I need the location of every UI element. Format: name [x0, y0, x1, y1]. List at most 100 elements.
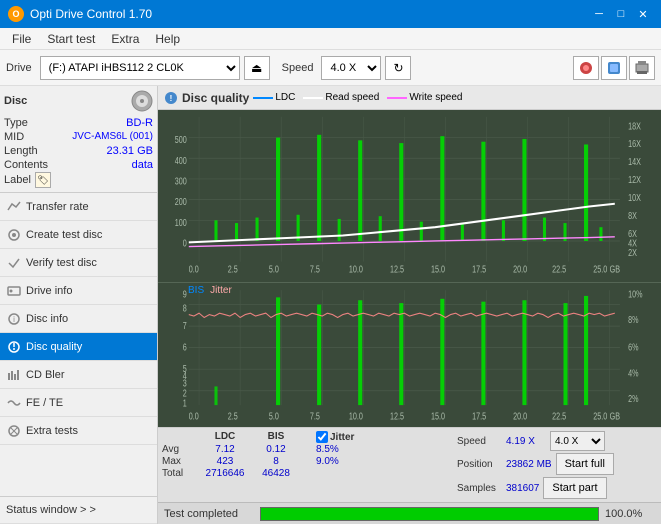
stats-table: LDC BIS Jitter Avg 7.12 0.12 8.5%	[162, 431, 453, 479]
sidebar: Disc Type BD-R MID JVC-AMS6L (001) Lengt…	[0, 86, 158, 524]
legend-write-speed: Write speed	[387, 92, 462, 103]
nav-transfer-rate[interactable]: Transfer rate	[0, 193, 157, 221]
max-bis: 8	[252, 456, 300, 467]
svg-text:0.0: 0.0	[189, 411, 199, 423]
refresh-button[interactable]: ↻	[385, 56, 411, 80]
toolbar-btn-1[interactable]	[573, 56, 599, 80]
drive-select[interactable]: (F:) ATAPI iHBS112 2 CL0K	[40, 56, 240, 80]
bis-header: BIS	[252, 431, 300, 443]
svg-text:300: 300	[175, 175, 187, 186]
status-window-button[interactable]: Status window > >	[0, 496, 157, 524]
start-part-button[interactable]: Start part	[543, 477, 606, 499]
disc-label-row: Label 🏷	[4, 172, 153, 188]
main-layout: Disc Type BD-R MID JVC-AMS6L (001) Lengt…	[0, 86, 661, 524]
bis-legend: BIS	[188, 285, 204, 296]
disc-quality-icon	[6, 339, 22, 355]
menu-extra[interactable]: Extra	[103, 30, 147, 48]
speed-row: Speed 4.19 X 4.0 X	[457, 431, 657, 451]
maximize-button[interactable]: □	[611, 5, 631, 23]
chart2-legend: BIS Jitter	[188, 285, 232, 296]
eject-button[interactable]: ⏏	[244, 56, 270, 80]
transfer-rate-icon	[6, 199, 22, 215]
svg-text:20.0: 20.0	[513, 411, 527, 423]
chart2-svg: 9 8 7 6 5 4 3 2 1 10% 8% 6% 4% 2% 0.0 2.…	[158, 283, 661, 427]
chart1-svg: 500 400 300 200 100 0 18X 16X 14X 12X 10…	[158, 110, 661, 282]
nav-fe-te[interactable]: FE / TE	[0, 389, 157, 417]
minimize-button[interactable]: ─	[589, 5, 609, 23]
verify-test-disc-icon	[6, 255, 22, 271]
svg-text:12.5: 12.5	[390, 411, 404, 423]
avg-bis: 0.12	[252, 444, 300, 455]
svg-text:17.5: 17.5	[472, 411, 486, 423]
label-icon-button[interactable]: 🏷	[35, 172, 51, 188]
svg-text:100: 100	[175, 217, 187, 228]
svg-text:!: !	[170, 94, 173, 103]
svg-text:17.5: 17.5	[472, 264, 486, 275]
svg-text:200: 200	[175, 196, 187, 207]
avg-label: Avg	[162, 444, 198, 455]
svg-text:6%: 6%	[628, 342, 639, 354]
menu-help[interactable]: Help	[147, 30, 188, 48]
speed-row-select[interactable]: 4.0 X	[550, 431, 605, 451]
nav-drive-info[interactable]: Drive info	[0, 277, 157, 305]
svg-text:10%: 10%	[628, 289, 643, 301]
progress-fill	[261, 508, 598, 520]
start-full-button[interactable]: Start full	[556, 453, 614, 475]
toolbar-btn-3[interactable]	[629, 56, 655, 80]
status-text: Test completed	[164, 508, 254, 520]
svg-text:20.0: 20.0	[513, 264, 527, 275]
max-label: Max	[162, 456, 198, 467]
svg-text:0.0: 0.0	[189, 264, 199, 275]
toolbar-right-icons	[573, 56, 655, 80]
svg-text:2.5: 2.5	[228, 264, 238, 275]
disc-quality-header: ! Disc quality LDC Read speed Write spee…	[158, 86, 661, 110]
chart-legend: LDC Read speed Write speed	[253, 92, 462, 103]
cd-bler-icon	[6, 367, 22, 383]
svg-text:10X: 10X	[628, 192, 641, 203]
nav-create-test-disc[interactable]: Create test disc	[0, 221, 157, 249]
legend-ldc: LDC	[253, 92, 295, 103]
disc-info-icon: i	[6, 311, 22, 327]
toolbar-btn-2[interactable]	[601, 56, 627, 80]
label-label: Label	[4, 174, 31, 186]
svg-text:25.0: 25.0	[593, 264, 607, 275]
svg-text:10.0: 10.0	[349, 411, 363, 423]
write-speed-legend-label: Write speed	[409, 92, 462, 103]
window-controls: ─ □ ✕	[589, 5, 653, 23]
disc-quality-header-icon: !	[164, 91, 178, 105]
status-bar: Test completed 100.0%	[158, 502, 661, 524]
ldc-legend-label: LDC	[275, 92, 295, 103]
jitter-checkbox[interactable]	[316, 431, 328, 443]
svg-text:12X: 12X	[628, 174, 641, 185]
nav-disc-quality[interactable]: Disc quality	[0, 333, 157, 361]
disc-section-title: Disc	[4, 95, 27, 107]
svg-text:i: i	[13, 315, 15, 324]
read-speed-legend-label: Read speed	[325, 92, 379, 103]
nav-cd-bler[interactable]: CD Bler	[0, 361, 157, 389]
svg-text:14X: 14X	[628, 156, 641, 167]
close-button[interactable]: ✕	[633, 5, 653, 23]
write-speed-legend-color	[387, 97, 407, 99]
svg-text:8X: 8X	[628, 210, 637, 221]
nav-extra-tests[interactable]: Extra tests	[0, 417, 157, 445]
nav-disc-info[interactable]: i Disc info	[0, 305, 157, 333]
svg-text:2%: 2%	[628, 393, 639, 405]
ldc-header: LDC	[198, 431, 252, 443]
read-speed-legend-color	[303, 97, 323, 99]
samples-value: 381607	[506, 483, 539, 494]
total-label: Total	[162, 468, 198, 479]
status-window-label: Status window > >	[6, 504, 96, 516]
chart2: BIS Jitter	[158, 283, 661, 427]
svg-text:16X: 16X	[628, 138, 641, 149]
disc-section: Disc Type BD-R MID JVC-AMS6L (001) Lengt…	[0, 86, 157, 193]
drive-label: Drive	[6, 62, 32, 74]
menu-start-test[interactable]: Start test	[39, 30, 103, 48]
fe-te-icon	[6, 395, 22, 411]
create-test-disc-icon	[6, 227, 22, 243]
position-label: Position	[457, 459, 502, 470]
nav-verify-test-disc[interactable]: Verify test disc	[0, 249, 157, 277]
speed-label: Speed	[282, 62, 314, 74]
menu-file[interactable]: File	[4, 30, 39, 48]
disc-length-row: Length 23.31 GB	[4, 144, 153, 158]
speed-select[interactable]: 4.0 X	[321, 56, 381, 80]
